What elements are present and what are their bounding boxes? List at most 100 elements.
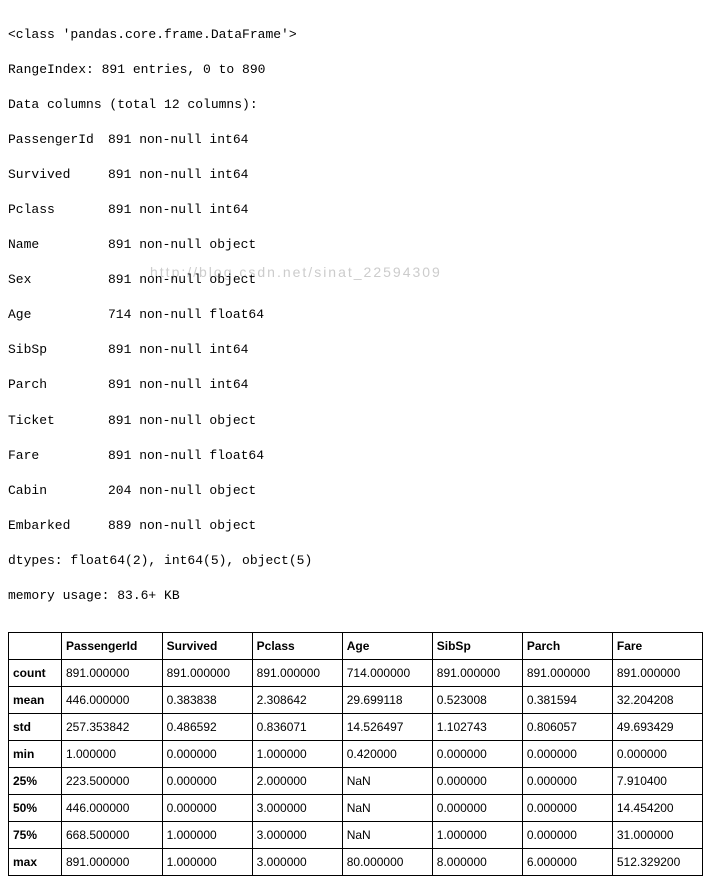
info-col-name: Survived [8,166,108,184]
table-cell: 0.381594 [522,687,612,714]
info-datacolumns-line: Data columns (total 12 columns): [8,96,703,114]
table-cell: 6.000000 [522,849,612,876]
row-label: std [9,714,62,741]
table-cell: 891.000000 [612,660,702,687]
table-cell: 0.523008 [432,687,522,714]
info-class-line: <class 'pandas.core.frame.DataFrame'> [8,26,703,44]
info-col-row: Ticket891 non-null object [8,412,703,430]
table-cell: 446.000000 [61,795,162,822]
table-cell: 8.000000 [432,849,522,876]
table-cell: 891.000000 [61,660,162,687]
table-cell: 0.000000 [432,768,522,795]
info-col-row: Fare891 non-null float64 [8,447,703,465]
info-col-detail: 889 non-null object [108,517,256,535]
table-cell: 2.000000 [252,768,342,795]
table-header-blank [9,633,62,660]
table-cell: 49.693429 [612,714,702,741]
table-row: std257.3538420.4865920.83607114.5264971.… [9,714,703,741]
row-label: mean [9,687,62,714]
dataframe-info: <class 'pandas.core.frame.DataFrame'> Ra… [8,8,703,622]
info-col-detail: 891 non-null int64 [108,131,248,149]
info-col-row: Embarked889 non-null object [8,517,703,535]
row-label: count [9,660,62,687]
table-cell: 0.000000 [162,768,252,795]
info-col-row: Survived891 non-null int64 [8,166,703,184]
info-col-detail: 204 non-null object [108,482,256,500]
info-col-name: Parch [8,376,108,394]
table-row: mean446.0000000.3838382.30864229.6991180… [9,687,703,714]
row-label: min [9,741,62,768]
info-col-detail: 891 non-null object [108,412,256,430]
info-col-name: Embarked [8,517,108,535]
table-cell: 3.000000 [252,795,342,822]
table-cell: 0.000000 [432,795,522,822]
info-col-detail: 891 non-null int64 [108,166,248,184]
info-col-name: Ticket [8,412,108,430]
info-col-row: Name891 non-null object [8,236,703,254]
info-col-row: Parch891 non-null int64 [8,376,703,394]
table-cell: 80.000000 [342,849,432,876]
table-cell: 29.699118 [342,687,432,714]
table-cell: 1.000000 [61,741,162,768]
table-cell: NaN [342,822,432,849]
table-cell: 1.000000 [252,741,342,768]
table-cell: 0.000000 [432,741,522,768]
table-header-passengerid: PassengerId [61,633,162,660]
row-label: 25% [9,768,62,795]
info-col-detail: 891 non-null float64 [108,447,264,465]
table-cell: NaN [342,795,432,822]
info-col-name: PassengerId [8,131,108,149]
table-cell: 0.836071 [252,714,342,741]
table-header-survived: Survived [162,633,252,660]
info-col-name: Sex [8,271,108,289]
info-col-detail: 714 non-null float64 [108,306,264,324]
info-col-row: Sex891 non-null object [8,271,703,289]
table-cell: 0.000000 [522,822,612,849]
table-header-fare: Fare [612,633,702,660]
table-cell: 0.000000 [522,795,612,822]
table-cell: 14.526497 [342,714,432,741]
info-col-row: Age714 non-null float64 [8,306,703,324]
table-cell: 446.000000 [61,687,162,714]
table-cell: 3.000000 [252,849,342,876]
table-cell: 1.000000 [162,849,252,876]
info-col-name: Age [8,306,108,324]
table-cell: 1.000000 [162,822,252,849]
table-row: max891.0000001.0000003.00000080.0000008.… [9,849,703,876]
table-cell: 0.806057 [522,714,612,741]
table-cell: 512.329200 [612,849,702,876]
row-label: 50% [9,795,62,822]
table-header-sibsp: SibSp [432,633,522,660]
table-cell: 14.454200 [612,795,702,822]
table-cell: 891.000000 [61,849,162,876]
table-header-pclass: Pclass [252,633,342,660]
info-col-name: SibSp [8,341,108,359]
table-cell: 3.000000 [252,822,342,849]
table-cell: 0.383838 [162,687,252,714]
table-cell: 0.000000 [162,795,252,822]
table-cell: 0.000000 [522,741,612,768]
table-header-parch: Parch [522,633,612,660]
table-row: min1.0000000.0000001.0000000.4200000.000… [9,741,703,768]
info-col-detail: 891 non-null object [108,236,256,254]
table-cell: 1.102743 [432,714,522,741]
row-label: max [9,849,62,876]
info-col-detail: 891 non-null int64 [108,341,248,359]
table-cell: 0.000000 [612,741,702,768]
table-cell: 0.000000 [522,768,612,795]
info-memory-line: memory usage: 83.6+ KB [8,587,703,605]
table-cell: 223.500000 [61,768,162,795]
table-cell: 32.204208 [612,687,702,714]
table-row: 25%223.5000000.0000002.000000NaN0.000000… [9,768,703,795]
table-cell: 891.000000 [252,660,342,687]
table-cell: 891.000000 [522,660,612,687]
table-row: 50%446.0000000.0000003.000000NaN0.000000… [9,795,703,822]
info-col-row: Cabin204 non-null object [8,482,703,500]
info-col-row: PassengerId891 non-null int64 [8,131,703,149]
table-cell: 31.000000 [612,822,702,849]
describe-table: PassengerId Survived Pclass Age SibSp Pa… [8,632,703,876]
table-cell: 891.000000 [162,660,252,687]
table-row: 75%668.5000001.0000003.000000NaN1.000000… [9,822,703,849]
table-cell: 0.486592 [162,714,252,741]
info-col-name: Pclass [8,201,108,219]
